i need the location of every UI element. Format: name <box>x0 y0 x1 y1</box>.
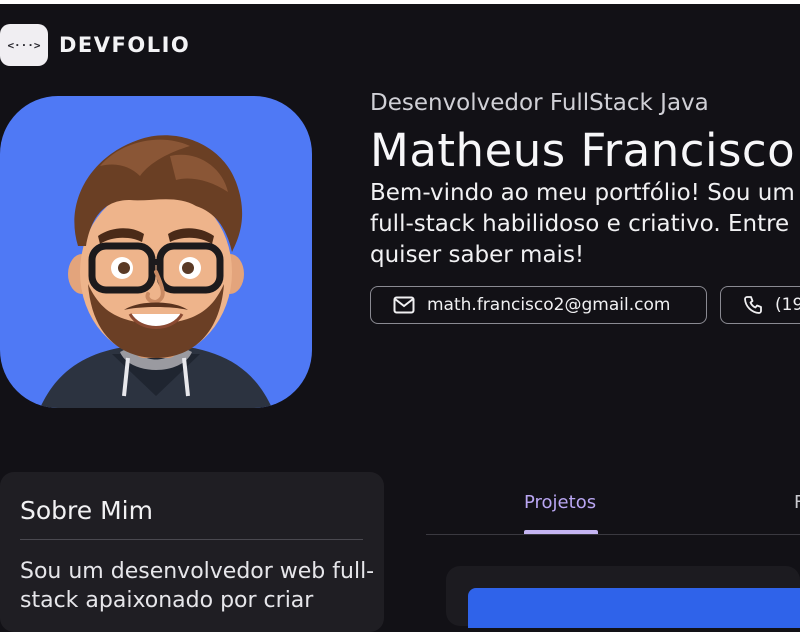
about-line: Sou um desenvolvedor web full- <box>20 559 375 584</box>
top-border <box>0 0 800 4</box>
phone-contact-button[interactable]: (19 <box>720 286 800 324</box>
avatar <box>0 96 312 408</box>
email-contact-button[interactable]: math.francisco2@gmail.com <box>370 286 707 324</box>
project-thumbnail[interactable] <box>468 588 800 628</box>
intro-line: full-stack habilidoso e criativo. Entre <box>370 211 790 237</box>
tab-next[interactable]: F <box>794 492 800 513</box>
intro-line: Bem-vindo ao meu portfólio! Sou um <box>370 180 795 206</box>
mail-icon <box>393 296 415 314</box>
email-text: math.francisco2@gmail.com <box>427 295 671 315</box>
intro-line: quiser saber mais! <box>370 242 585 268</box>
code-brackets-icon: <···> <box>0 24 48 66</box>
logo[interactable]: <···> DEVFOLIO <box>0 24 190 66</box>
avatar-illustration <box>40 135 272 408</box>
phone-text: (19 <box>775 295 800 315</box>
job-title: Desenvolvedor FullStack Java <box>370 90 709 116</box>
about-title: Sobre Mim <box>20 496 153 525</box>
intro-text: Bem-vindo ao meu portfólio! Sou um full-… <box>370 178 800 274</box>
brand-name: DEVFOLIO <box>59 33 191 57</box>
about-text: Sou um desenvolvedor web full- stack apa… <box>20 557 375 615</box>
about-line: stack apaixonado por criar <box>20 588 314 613</box>
tabs-divider <box>426 534 800 535</box>
tab-projects[interactable]: Projetos <box>524 492 596 513</box>
profile-name: Matheus Francisco <box>370 124 796 177</box>
phone-icon <box>743 295 763 315</box>
divider <box>20 539 363 540</box>
